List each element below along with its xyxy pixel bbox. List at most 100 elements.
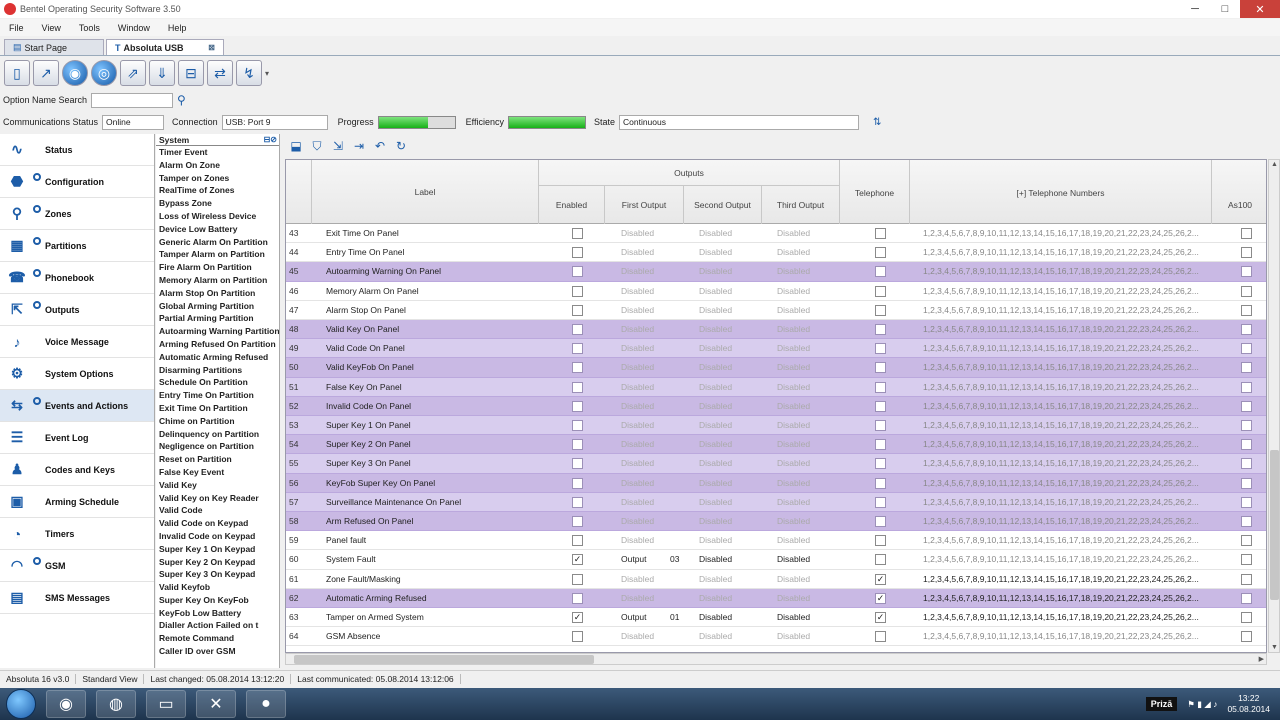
third-output-value[interactable]: Disabled	[777, 224, 837, 243]
telephone-numbers-value[interactable]: 1,2,3,4,5,6,7,8,9,10,11,12,13,14,15,16,1…	[923, 474, 1205, 493]
third-output-value[interactable]: Disabled	[777, 301, 837, 320]
telephone-numbers-value[interactable]: 1,2,3,4,5,6,7,8,9,10,11,12,13,14,15,16,1…	[923, 570, 1205, 589]
search-input[interactable]	[91, 92, 174, 108]
as100-checkbox[interactable]	[1241, 554, 1252, 566]
event-list-item[interactable]: Autoarming Warning Partition	[156, 325, 279, 338]
event-list-item[interactable]: Timer Event	[156, 146, 279, 159]
telephone-checkbox[interactable]: ✓	[875, 612, 886, 623]
telephone-numbers-value[interactable]: 1,2,3,4,5,6,7,8,9,10,11,12,13,14,15,16,1…	[923, 397, 1205, 416]
first-output-value[interactable]: Disabled	[621, 570, 669, 589]
table-row[interactable]: 49 Valid Code On Panel Disabled Disabled Dis…	[286, 339, 1266, 359]
telephone-numbers-header[interactable]: [+] Telephone Numbers	[910, 160, 1212, 224]
enabled-checkbox[interactable]: ✓	[572, 554, 583, 566]
sidebar-item-timers[interactable]: ◔ Timers	[0, 518, 154, 550]
tab-close-icon[interactable]: ⊠	[208, 43, 215, 52]
bentel-app-icon[interactable]: ✕	[196, 690, 236, 718]
third-output-value[interactable]: Disabled	[777, 512, 837, 531]
third-output-value[interactable]: Disabled	[777, 378, 837, 397]
event-list-item[interactable]: Generic Alarm On Partition	[156, 236, 279, 249]
start-button[interactable]	[6, 689, 36, 719]
as100-checkbox[interactable]	[1241, 631, 1252, 643]
event-list-item[interactable]: False Key Event	[156, 466, 279, 479]
as100-checkbox[interactable]	[1241, 400, 1252, 412]
enabled-checkbox[interactable]	[572, 477, 583, 489]
telephone-numbers-value[interactable]: 1,2,3,4,5,6,7,8,9,10,11,12,13,14,15,16,1…	[923, 320, 1205, 339]
third-output-value[interactable]: Disabled	[777, 416, 837, 435]
telephone-checkbox[interactable]	[875, 285, 886, 297]
enabled-checkbox[interactable]	[572, 458, 583, 470]
enabled-checkbox[interactable]	[572, 324, 583, 335]
second-output-value[interactable]: Disabled	[699, 493, 759, 512]
telephone-checkbox[interactable]	[875, 324, 886, 335]
scroll-down-icon[interactable]: ▼	[1271, 644, 1278, 651]
second-output-value[interactable]: Disabled	[699, 531, 759, 550]
sidebar-item-gsm[interactable]: ◠ GSM	[0, 550, 154, 582]
first-output-value[interactable]: Output	[621, 550, 669, 569]
monitor-graph-icon[interactable]: ↗	[33, 60, 59, 86]
tab-absoluta-usb[interactable]: T Absoluta USB ⊠	[106, 39, 224, 55]
menu-file[interactable]: File	[0, 23, 33, 33]
telephone-numbers-value[interactable]: 1,2,3,4,5,6,7,8,9,10,11,12,13,14,15,16,1…	[923, 358, 1205, 377]
telephone-checkbox[interactable]	[875, 439, 886, 451]
third-output-value[interactable]: Disabled	[777, 282, 837, 301]
telephone-numbers-value[interactable]: 1,2,3,4,5,6,7,8,9,10,11,12,13,14,15,16,1…	[923, 378, 1205, 397]
first-output-value[interactable]: Disabled	[621, 262, 669, 281]
upload-icon[interactable]: ⇗	[120, 60, 146, 86]
telephone-numbers-value[interactable]: 1,2,3,4,5,6,7,8,9,10,11,12,13,14,15,16,1…	[923, 589, 1205, 608]
first-output-value[interactable]: Disabled	[621, 320, 669, 339]
event-list-item[interactable]: Dialler Action Failed on t	[156, 619, 279, 632]
wave-icon[interactable]: ↯	[236, 60, 262, 86]
enabled-checkbox[interactable]	[572, 592, 583, 604]
enabled-checkbox[interactable]	[572, 516, 583, 527]
third-output-value[interactable]: Disabled	[777, 531, 837, 550]
firefox-icon[interactable]: ◍	[96, 690, 136, 718]
table-row[interactable]: 46 Memory Alarm On Panel Disabled Disabled D…	[286, 282, 1266, 301]
telephone-checkbox[interactable]	[875, 400, 886, 412]
second-output-value[interactable]: Disabled	[699, 339, 759, 358]
as100-checkbox[interactable]	[1241, 516, 1252, 527]
table-row[interactable]: 43 Exit Time On Panel Disabled Disabled Disa…	[286, 224, 1266, 244]
table-row[interactable]: 56 KeyFob Super Key On Panel Disabled Disab…	[286, 473, 1266, 493]
telephone-checkbox[interactable]	[875, 304, 886, 316]
globe-icon[interactable]: ◉	[62, 60, 88, 86]
second-output-value[interactable]: Disabled	[699, 378, 759, 397]
enabled-checkbox[interactable]	[572, 285, 583, 297]
event-list-item[interactable]: Disarming Partitions	[156, 364, 279, 377]
first-output-value[interactable]: Disabled	[621, 397, 669, 416]
label-header[interactable]: Label	[312, 160, 539, 224]
second-output-value[interactable]: Disabled	[699, 358, 759, 377]
enabled-checkbox[interactable]	[572, 381, 583, 393]
first-output-value[interactable]: Disabled	[621, 243, 669, 262]
table-row[interactable]: 45 Autoarming Warning On Panel Disabled Dis…	[286, 262, 1266, 282]
sidebar-item-configuration[interactable]: ⬣ Configuration	[0, 166, 154, 198]
second-output-value[interactable]: Disabled	[699, 224, 759, 243]
save-icon[interactable]: ▯	[4, 60, 30, 86]
table-row[interactable]: 55 Super Key 3 On Panel Disabled Disabled Di…	[286, 454, 1266, 474]
event-list-item[interactable]: Valid Key	[156, 479, 279, 492]
write-panel-icon[interactable]: ⇄	[207, 60, 233, 86]
enabled-checkbox[interactable]	[572, 343, 583, 355]
menu-help[interactable]: Help	[159, 23, 196, 33]
scroll-up-icon[interactable]: ▲	[1271, 161, 1278, 168]
table-row[interactable]: 61 Zone Fault/Masking Disabled Disabled Disa…	[286, 570, 1266, 589]
telephone-numbers-value[interactable]: 1,2,3,4,5,6,7,8,9,10,11,12,13,14,15,16,1…	[923, 282, 1205, 301]
as100-checkbox[interactable]	[1241, 343, 1252, 355]
first-output-header[interactable]: First Output	[605, 186, 684, 224]
table-row[interactable]: 50 Valid KeyFob On Panel Disabled Disabled D…	[286, 358, 1266, 378]
table-row[interactable]: 44 Entry Time On Panel Disabled Disabled Dis…	[286, 243, 1266, 263]
third-output-value[interactable]: Disabled	[777, 493, 837, 512]
event-list-item[interactable]: Fire Alarm On Partition	[156, 261, 279, 274]
table-row[interactable]: 52 Invalid Code On Panel Disabled Disabled D…	[286, 396, 1266, 416]
close-button[interactable]: ✕	[1240, 0, 1280, 18]
event-list-item[interactable]: Memory Alarm on Partition	[156, 274, 279, 287]
as100-checkbox[interactable]	[1241, 496, 1252, 508]
telephone-header[interactable]: Telephone	[840, 160, 910, 224]
tray-icons[interactable]: ⚑ ▮ ◢ ♪	[1187, 699, 1217, 710]
tab-start-page[interactable]: ▤ Start Page	[4, 39, 104, 55]
export-icon[interactable]: ⬓	[287, 137, 305, 155]
event-list-item[interactable]: Arming Refused On Partition	[156, 338, 279, 351]
third-output-value[interactable]: Disabled	[777, 262, 837, 281]
event-list-item[interactable]: Super Key 1 On Keypad	[156, 543, 279, 556]
telephone-numbers-value[interactable]: 1,2,3,4,5,6,7,8,9,10,11,12,13,14,15,16,1…	[923, 339, 1205, 358]
event-list-item[interactable]: Automatic Arming Refused	[156, 351, 279, 364]
